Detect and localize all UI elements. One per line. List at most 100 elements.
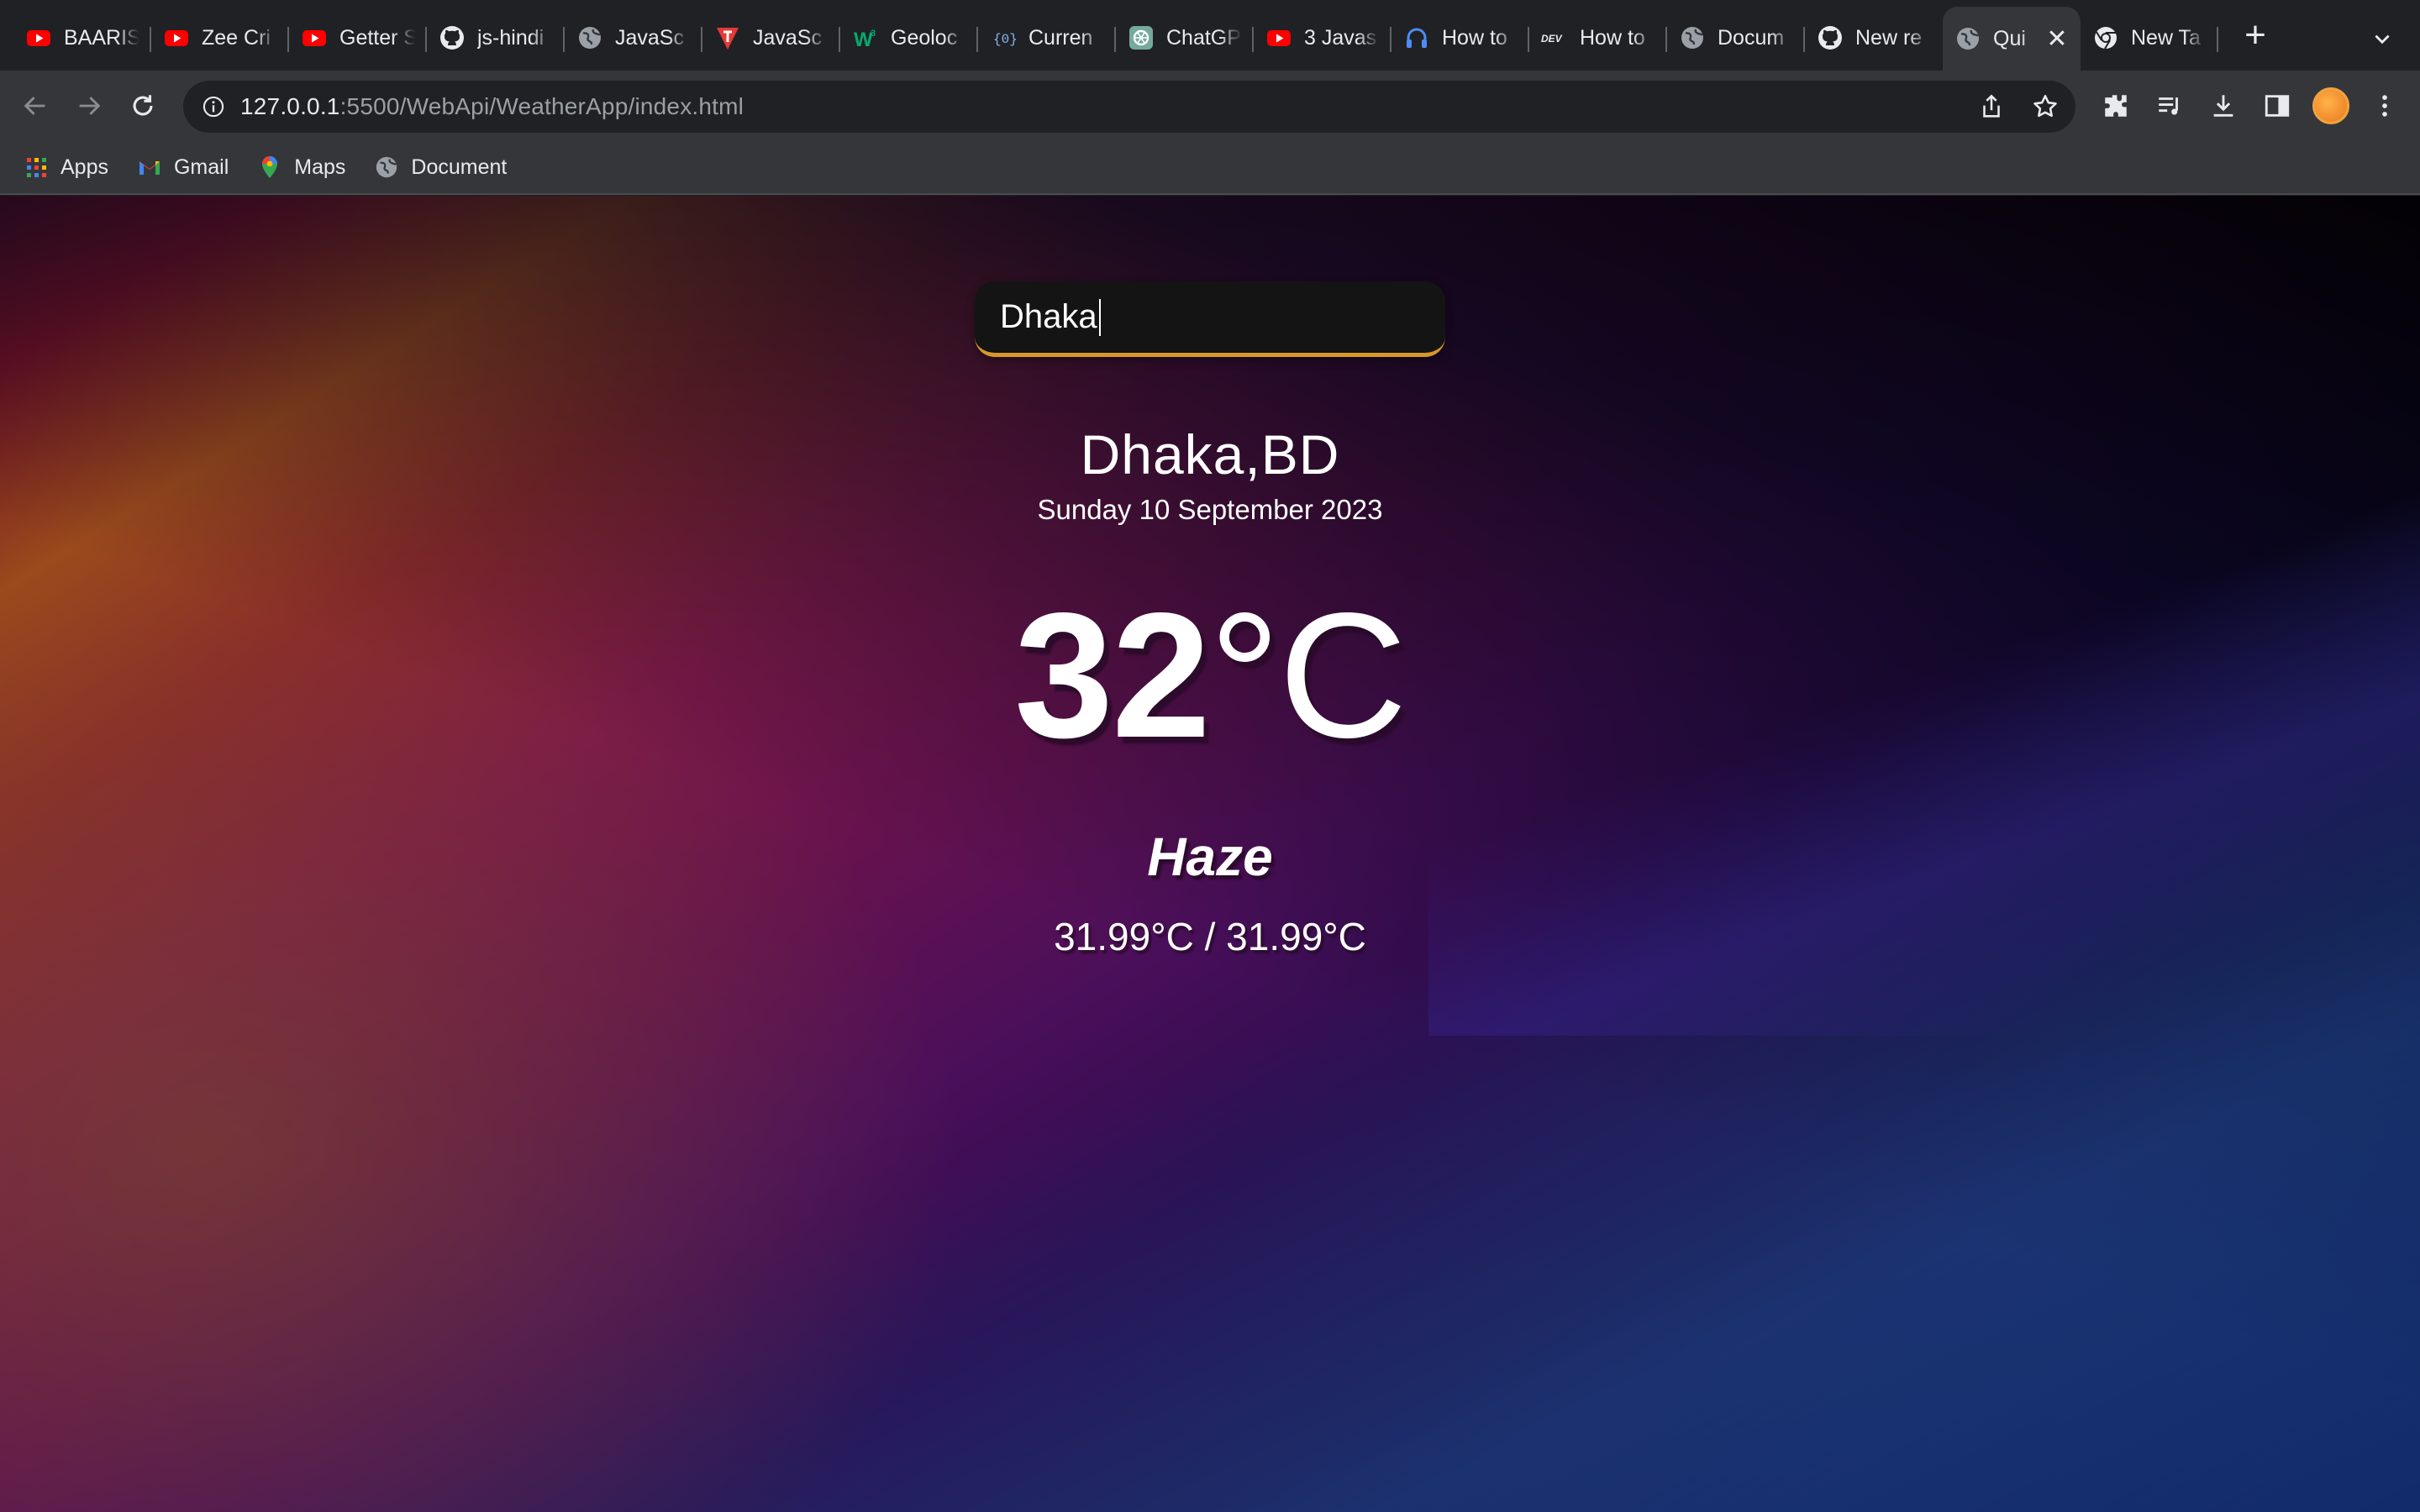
- tab-strip: BAARIS Zee Cri Getter S js-hindi JavaSc JavaS…: [0, 0, 2420, 71]
- back-arrow-icon: [24, 97, 45, 115]
- queue-music-icon: [2159, 97, 2178, 115]
- share-icon: [1983, 94, 2000, 118]
- browser-tab[interactable]: New re: [1805, 8, 1943, 67]
- address-bar[interactable]: 127.0.0.1:5500/WebApi/WeatherApp/index.h…: [183, 81, 2075, 133]
- reload-icon: [133, 95, 153, 116]
- tab-title: New Ta: [2131, 25, 2201, 50]
- browser-tab[interactable]: W 3 Geoloc: [840, 8, 978, 67]
- reload-button[interactable]: [116, 79, 170, 133]
- w3schools-icon: W3: [852, 24, 879, 51]
- browser-tab[interactable]: JavaSc: [565, 8, 702, 67]
- bookmark-document[interactable]: Document: [374, 155, 507, 180]
- side-panel-button[interactable]: [2250, 79, 2304, 133]
- browser-tab[interactable]: How to: [1392, 8, 1529, 67]
- share-button[interactable]: [1971, 87, 2012, 127]
- puzzle-icon: [2105, 95, 2127, 117]
- svg-text:{0}: {0}: [993, 32, 1017, 47]
- globe-icon: [1954, 25, 1981, 52]
- kebab-menu-icon: [2382, 95, 2387, 117]
- browser-tab-active[interactable]: Qui ✕: [1943, 7, 2081, 71]
- tab-search-button[interactable]: [2361, 18, 2403, 60]
- profile-avatar[interactable]: [2312, 87, 2349, 124]
- youtube-icon: [163, 24, 190, 51]
- tutorials-icon: [714, 24, 741, 51]
- browser-tab[interactable]: js-hindi: [427, 8, 565, 67]
- temperature-unit: °C: [1208, 575, 1407, 774]
- tab-title: Qui: [1993, 26, 2026, 50]
- browser-tab[interactable]: JavaSc: [702, 8, 840, 67]
- bookmark-apps[interactable]: Apps: [24, 155, 108, 180]
- browser-tab[interactable]: Docum: [1667, 8, 1805, 67]
- temperature-value: 32: [1014, 575, 1211, 774]
- search-input-value: Dhaka: [1000, 298, 1097, 335]
- browser-tab[interactable]: 3 Javas: [1254, 8, 1392, 67]
- svg-text:3: 3: [871, 29, 876, 39]
- city-search-input[interactable]: Dhaka: [975, 281, 1445, 357]
- globe-icon: [1679, 24, 1706, 51]
- forward-arrow-icon: [79, 97, 101, 115]
- chevron-down-icon: [2375, 34, 2390, 45]
- github-icon: [1817, 24, 1844, 51]
- maps-icon: [257, 155, 282, 180]
- url-host: 127.0.0.1: [240, 93, 340, 119]
- github-icon: [439, 24, 466, 51]
- extensions-button[interactable]: [2089, 79, 2143, 133]
- apps-grid-icon: [24, 155, 49, 180]
- tab-title: BAARIS: [64, 25, 139, 50]
- browser-tab[interactable]: {0} Curren: [978, 8, 1116, 67]
- globe-icon: [576, 24, 603, 51]
- chrome-menu-button[interactable]: [2358, 79, 2412, 133]
- bookmark-label: Apps: [60, 155, 108, 179]
- current-temperature: 32°C: [0, 586, 2420, 764]
- bookmark-star-button[interactable]: [2025, 87, 2065, 127]
- bookmark-label: Gmail: [173, 155, 229, 179]
- back-button[interactable]: [8, 79, 62, 133]
- downloads-button[interactable]: [2196, 79, 2250, 133]
- browser-tab[interactable]: DEV How to: [1529, 8, 1667, 67]
- tab-title: js-hindi: [477, 25, 544, 50]
- weather-app-page: Dhaka Dhaka,BD Sunday 10 September 2023 …: [0, 196, 2420, 1512]
- location-heading: Dhaka,BD: [1080, 423, 1340, 486]
- bookmark-label: Document: [411, 155, 508, 179]
- headphones-icon: [1403, 24, 1430, 51]
- tab-title: How to: [1442, 25, 1507, 50]
- code-brackets-icon: {0}: [990, 24, 1017, 51]
- chatgpt-icon: [1128, 24, 1155, 51]
- url-path: :5500/WebApi/WeatherApp/index.html: [339, 93, 744, 119]
- current-date: Sunday 10 September 2023: [1037, 494, 1383, 525]
- min-max-temperature: 31.99°C / 31.99°C: [1054, 915, 1366, 958]
- weather-condition: Haze: [1147, 827, 1273, 887]
- close-tab-icon[interactable]: ✕: [2045, 24, 2069, 54]
- tab-title: Geoloc: [891, 25, 958, 50]
- tab-title: How to: [1580, 25, 1645, 50]
- globe-icon: [374, 155, 399, 180]
- chrome-icon: [2092, 24, 2119, 51]
- browser-tab[interactable]: ChatGP: [1116, 8, 1254, 67]
- gmail-icon: [137, 155, 162, 180]
- media-control-button[interactable]: [2143, 79, 2196, 133]
- youtube-icon: [25, 24, 52, 51]
- dev-icon: DEV: [1541, 24, 1568, 51]
- download-icon: [2213, 95, 2233, 117]
- browser-tab[interactable]: Zee Cri: [151, 8, 289, 67]
- bookmarks-bar: Apps Gmail Maps Document: [0, 141, 2420, 195]
- tab-title: 3 Javas: [1304, 25, 1377, 50]
- side-panel-icon: [2265, 95, 2290, 117]
- new-tab-button[interactable]: +: [2228, 8, 2282, 62]
- youtube-icon: [301, 24, 328, 51]
- bookmark-maps[interactable]: Maps: [257, 155, 345, 180]
- browser-tab[interactable]: New Ta: [2081, 8, 2218, 67]
- browser-toolbar: 127.0.0.1:5500/WebApi/WeatherApp/index.h…: [0, 71, 2420, 141]
- tab-title: Getter S: [339, 25, 415, 50]
- bookmark-gmail[interactable]: Gmail: [137, 155, 229, 180]
- info-icon[interactable]: [202, 95, 225, 118]
- text-caret: [1098, 298, 1101, 336]
- browser-tab[interactable]: Getter S: [289, 8, 427, 67]
- browser-tab[interactable]: BAARIS: [13, 8, 151, 67]
- bookmark-label: Maps: [294, 155, 346, 179]
- star-icon: [2033, 94, 2057, 118]
- tab-title: Zee Cri: [202, 25, 271, 50]
- tab-title: JavaSc: [753, 25, 822, 50]
- svg-text:DEV: DEV: [1541, 33, 1563, 45]
- forward-button[interactable]: [62, 79, 116, 133]
